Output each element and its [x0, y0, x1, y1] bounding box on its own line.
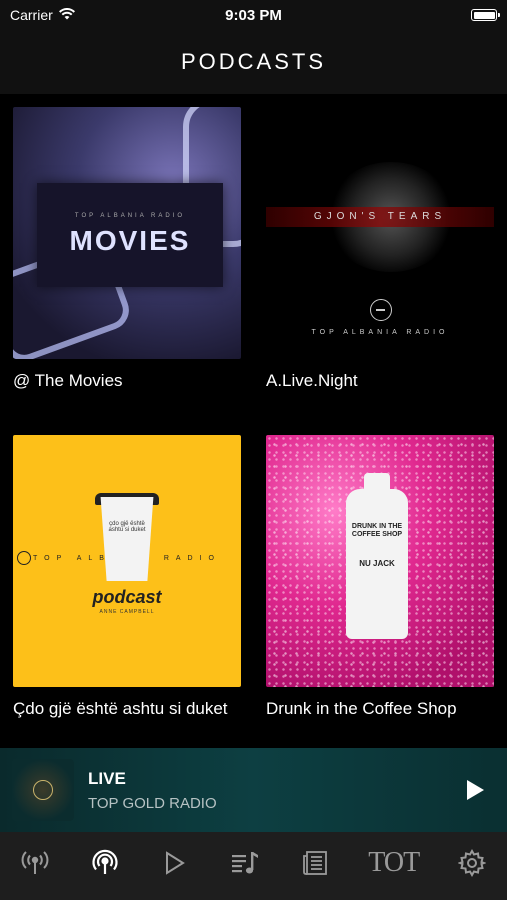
tab-podcasts[interactable]: [83, 843, 127, 883]
podcast-cover-image[interactable]: TOP ALBANIA RADIO MOVIES: [13, 107, 241, 359]
play-icon: [467, 780, 484, 800]
tab-settings[interactable]: [450, 843, 494, 883]
cover-subtitle: TOP ALBANIA RADIO: [74, 213, 186, 219]
gear-icon: [457, 849, 486, 877]
cup-text: çdo gjë është ashtu si duket: [108, 521, 146, 533]
tot-logo: TOT: [368, 847, 420, 878]
cover-word: podcast: [92, 587, 162, 607]
tab-news[interactable]: [294, 843, 338, 883]
radio-logo-icon: [370, 299, 392, 321]
cover-brand: TOP ALBANIA RADIO: [311, 329, 449, 336]
now-playing-bar[interactable]: LIVE TOP GOLD RADIO: [0, 748, 507, 832]
podcast-title[interactable]: Drunk in the Coffee Shop: [266, 699, 494, 719]
playlist-icon: [232, 852, 259, 874]
wifi-icon: [58, 7, 75, 23]
bottle-label: DRUNK IN THE COFFEE SHOP: [351, 523, 403, 538]
podcast-title[interactable]: Çdo gjë është ashtu si duket: [13, 699, 241, 719]
battery-icon: [471, 9, 500, 21]
podcast-grid[interactable]: TOP ALBANIA RADIO MOVIES @ The Movies GJ…: [0, 94, 507, 748]
cover-word-sub: ANNE CAMPBELL: [99, 609, 155, 615]
tab-bar: TOT: [0, 832, 507, 900]
antenna-icon: [21, 851, 49, 874]
podcast-cover-image[interactable]: GJON'S TEARS TOP ALBANIA RADIO: [266, 107, 494, 359]
podcast-item-the-movies[interactable]: TOP ALBANIA RADIO MOVIES @ The Movies: [13, 107, 241, 391]
coffee-cup-icon: [100, 497, 154, 581]
podcast-item-a-live-night[interactable]: GJON'S TEARS TOP ALBANIA RADIO A.Live.Ni…: [266, 107, 494, 391]
podcast-icon: [92, 849, 118, 874]
now-playing-title: LIVE: [88, 768, 126, 788]
cover-word: MOVIES: [69, 225, 191, 256]
now-playing-artwork[interactable]: [12, 759, 74, 821]
podcast-title[interactable]: @ The Movies: [13, 371, 241, 391]
podcast-cover-image[interactable]: TOP ALBANIA RADIO çdo gjë është ashtu si…: [13, 435, 241, 687]
newspaper-icon: [302, 851, 327, 875]
bottle-brand: NU JACK: [359, 559, 395, 568]
page-title: PODCASTS: [180, 49, 327, 74]
podcast-title[interactable]: A.Live.Night: [266, 371, 494, 391]
tab-tot[interactable]: TOT: [364, 843, 424, 883]
play-icon: [166, 851, 186, 875]
play-button[interactable]: [455, 770, 495, 810]
podcast-cover-image[interactable]: DRUNK IN THE COFFEE SHOP NU JACK: [266, 435, 494, 687]
podcast-item-cdo-gje[interactable]: TOP ALBANIA RADIO çdo gjë është ashtu si…: [13, 435, 241, 719]
navigation-bar: PODCASTS: [0, 30, 507, 94]
podcast-item-drunk-in-the-coffee-shop[interactable]: DRUNK IN THE COFFEE SHOP NU JACK Drunk i…: [266, 435, 494, 719]
tab-live[interactable]: [13, 843, 57, 883]
cover-band-text: GJON'S TEARS: [313, 211, 447, 222]
now-playing-station: TOP GOLD RADIO: [88, 794, 217, 812]
status-bar: Carrier 9:03 PM: [0, 0, 507, 30]
tab-play[interactable]: [153, 843, 197, 883]
tab-playlist[interactable]: [223, 843, 267, 883]
carrier-label: Carrier: [10, 7, 53, 23]
